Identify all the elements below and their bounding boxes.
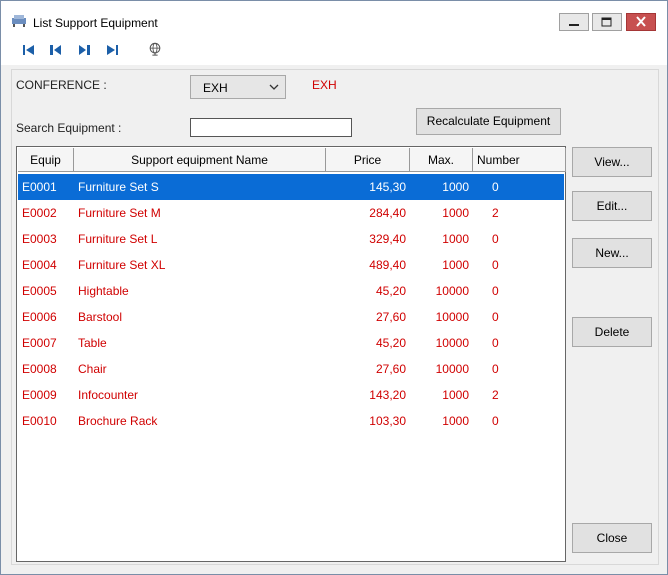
close-button[interactable]: Close (572, 523, 652, 553)
new-button[interactable]: New... (572, 238, 652, 268)
cell-name: Barstool (78, 310, 123, 324)
close-icon (636, 16, 646, 27)
table-row[interactable]: E0007 Table 45,20 10000 0 (18, 330, 564, 356)
navigation-toolbar (1, 35, 667, 65)
table-row[interactable]: E0003 Furniture Set L 329,40 1000 0 (18, 226, 564, 252)
next-record-icon[interactable] (76, 43, 92, 57)
equipment-table[interactable]: Equip Support equipment Name Price Max. … (16, 146, 566, 562)
cell-max: 10000 (435, 362, 469, 376)
cell-equip: E0010 (22, 414, 57, 428)
cell-equip: E0006 (22, 310, 57, 324)
cell-number: 0 (492, 336, 499, 350)
minimize-button[interactable] (559, 13, 589, 31)
cell-max: 10000 (435, 284, 469, 298)
app-icon (12, 15, 26, 27)
list-support-equipment-window: List Support Equipment CONFERENCE: EXH … (0, 0, 668, 575)
conference-selected-value: EXH (203, 81, 228, 95)
cell-equip: E0005 (22, 284, 57, 298)
search-equipment-input[interactable] (190, 118, 352, 137)
cell-price: 27,60 (375, 362, 406, 376)
conference-select[interactable]: EXH (190, 75, 286, 99)
cell-number: 0 (492, 284, 499, 298)
first-record-icon[interactable] (21, 43, 37, 57)
delete-button[interactable]: Delete (572, 317, 652, 347)
cell-price: 329,40 (369, 232, 406, 246)
cell-name: Chair (78, 362, 107, 376)
cell-name: Infocounter (78, 388, 139, 402)
cell-equip: E0002 (22, 206, 57, 220)
cell-equip: E0008 (22, 362, 57, 376)
column-header-max[interactable]: Max. (410, 148, 473, 172)
cell-equip: E0003 (22, 232, 57, 246)
cell-name: Furniture Set S (78, 180, 159, 194)
conference-label: CONFERENCE : (16, 78, 107, 92)
minimize-icon (569, 24, 579, 26)
table-row[interactable]: E0006 Barstool 27,60 10000 0 (18, 304, 564, 330)
table-row[interactable]: E0009 Infocounter 143,20 1000 2 (18, 382, 564, 408)
cell-price: 103,30 (369, 414, 406, 428)
cell-max: 1000 (442, 206, 469, 220)
cell-max: 1000 (442, 388, 469, 402)
cell-equip: E0007 (22, 336, 57, 350)
globe-icon[interactable] (147, 42, 163, 56)
cell-price: 45,20 (375, 284, 406, 298)
column-header-name[interactable]: Support equipment Name (74, 148, 326, 172)
cell-max: 10000 (435, 336, 469, 350)
cell-number: 0 (492, 310, 499, 324)
cell-max: 1000 (442, 414, 469, 428)
column-header-price[interactable]: Price (326, 148, 410, 172)
previous-record-icon[interactable] (48, 43, 64, 57)
chevron-down-icon (269, 84, 279, 90)
cell-number: 0 (492, 180, 499, 194)
edit-button[interactable]: Edit... (572, 191, 652, 221)
cell-name: Furniture Set L (78, 232, 158, 246)
cell-equip: E0004 (22, 258, 57, 272)
last-record-icon[interactable] (104, 43, 120, 57)
search-equipment-label: Search Equipment : (16, 121, 122, 135)
cell-max: 1000 (442, 258, 469, 272)
cell-number: 2 (492, 388, 499, 402)
view-button[interactable]: View... (572, 147, 652, 177)
maximize-button[interactable] (592, 13, 622, 31)
cell-max: 10000 (435, 310, 469, 324)
cell-price: 489,40 (369, 258, 406, 272)
cell-equip: E0001 (22, 180, 57, 194)
cell-price: 45,20 (375, 336, 406, 350)
cell-max: 1000 (442, 232, 469, 246)
table-row[interactable]: E0008 Chair 27,60 10000 0 (18, 356, 564, 382)
table-row[interactable]: E0010 Brochure Rack 103,30 1000 0 (18, 408, 564, 434)
cell-number: 0 (492, 414, 499, 428)
cell-price: 145,30 (369, 180, 406, 194)
cell-name: Hightable (78, 284, 129, 298)
table-row[interactable]: E0005 Hightable 45,20 10000 0 (18, 278, 564, 304)
conference-value-text: EXH (312, 78, 337, 92)
cell-price: 27,60 (375, 310, 406, 324)
window-title: List Support Equipment (33, 16, 158, 30)
column-header-number[interactable]: Number (473, 148, 566, 172)
title-bar[interactable]: List Support Equipment (1, 1, 667, 35)
cell-name: Brochure Rack (78, 414, 158, 428)
cell-number: 0 (492, 258, 499, 272)
cell-number: 0 (492, 362, 499, 376)
cell-number: 2 (492, 206, 499, 220)
cell-number: 0 (492, 232, 499, 246)
cell-equip: E0009 (22, 388, 57, 402)
table-row[interactable]: E0002 Furniture Set M 284,40 1000 2 (18, 200, 564, 226)
cell-price: 284,40 (369, 206, 406, 220)
cell-name: Table (78, 336, 107, 350)
cell-max: 1000 (442, 180, 469, 194)
maximize-icon (601, 17, 612, 27)
table-row[interactable]: E0001 Furniture Set S 145,30 1000 0 (18, 174, 564, 200)
cell-name: Furniture Set M (78, 206, 161, 220)
cell-price: 143,20 (369, 388, 406, 402)
table-row[interactable]: E0004 Furniture Set XL 489,40 1000 0 (18, 252, 564, 278)
recalculate-equipment-button[interactable]: Recalculate Equipment (416, 108, 561, 135)
close-window-button[interactable] (626, 13, 656, 31)
column-header-equip[interactable]: Equip (18, 148, 74, 172)
cell-name: Furniture Set XL (78, 258, 166, 272)
